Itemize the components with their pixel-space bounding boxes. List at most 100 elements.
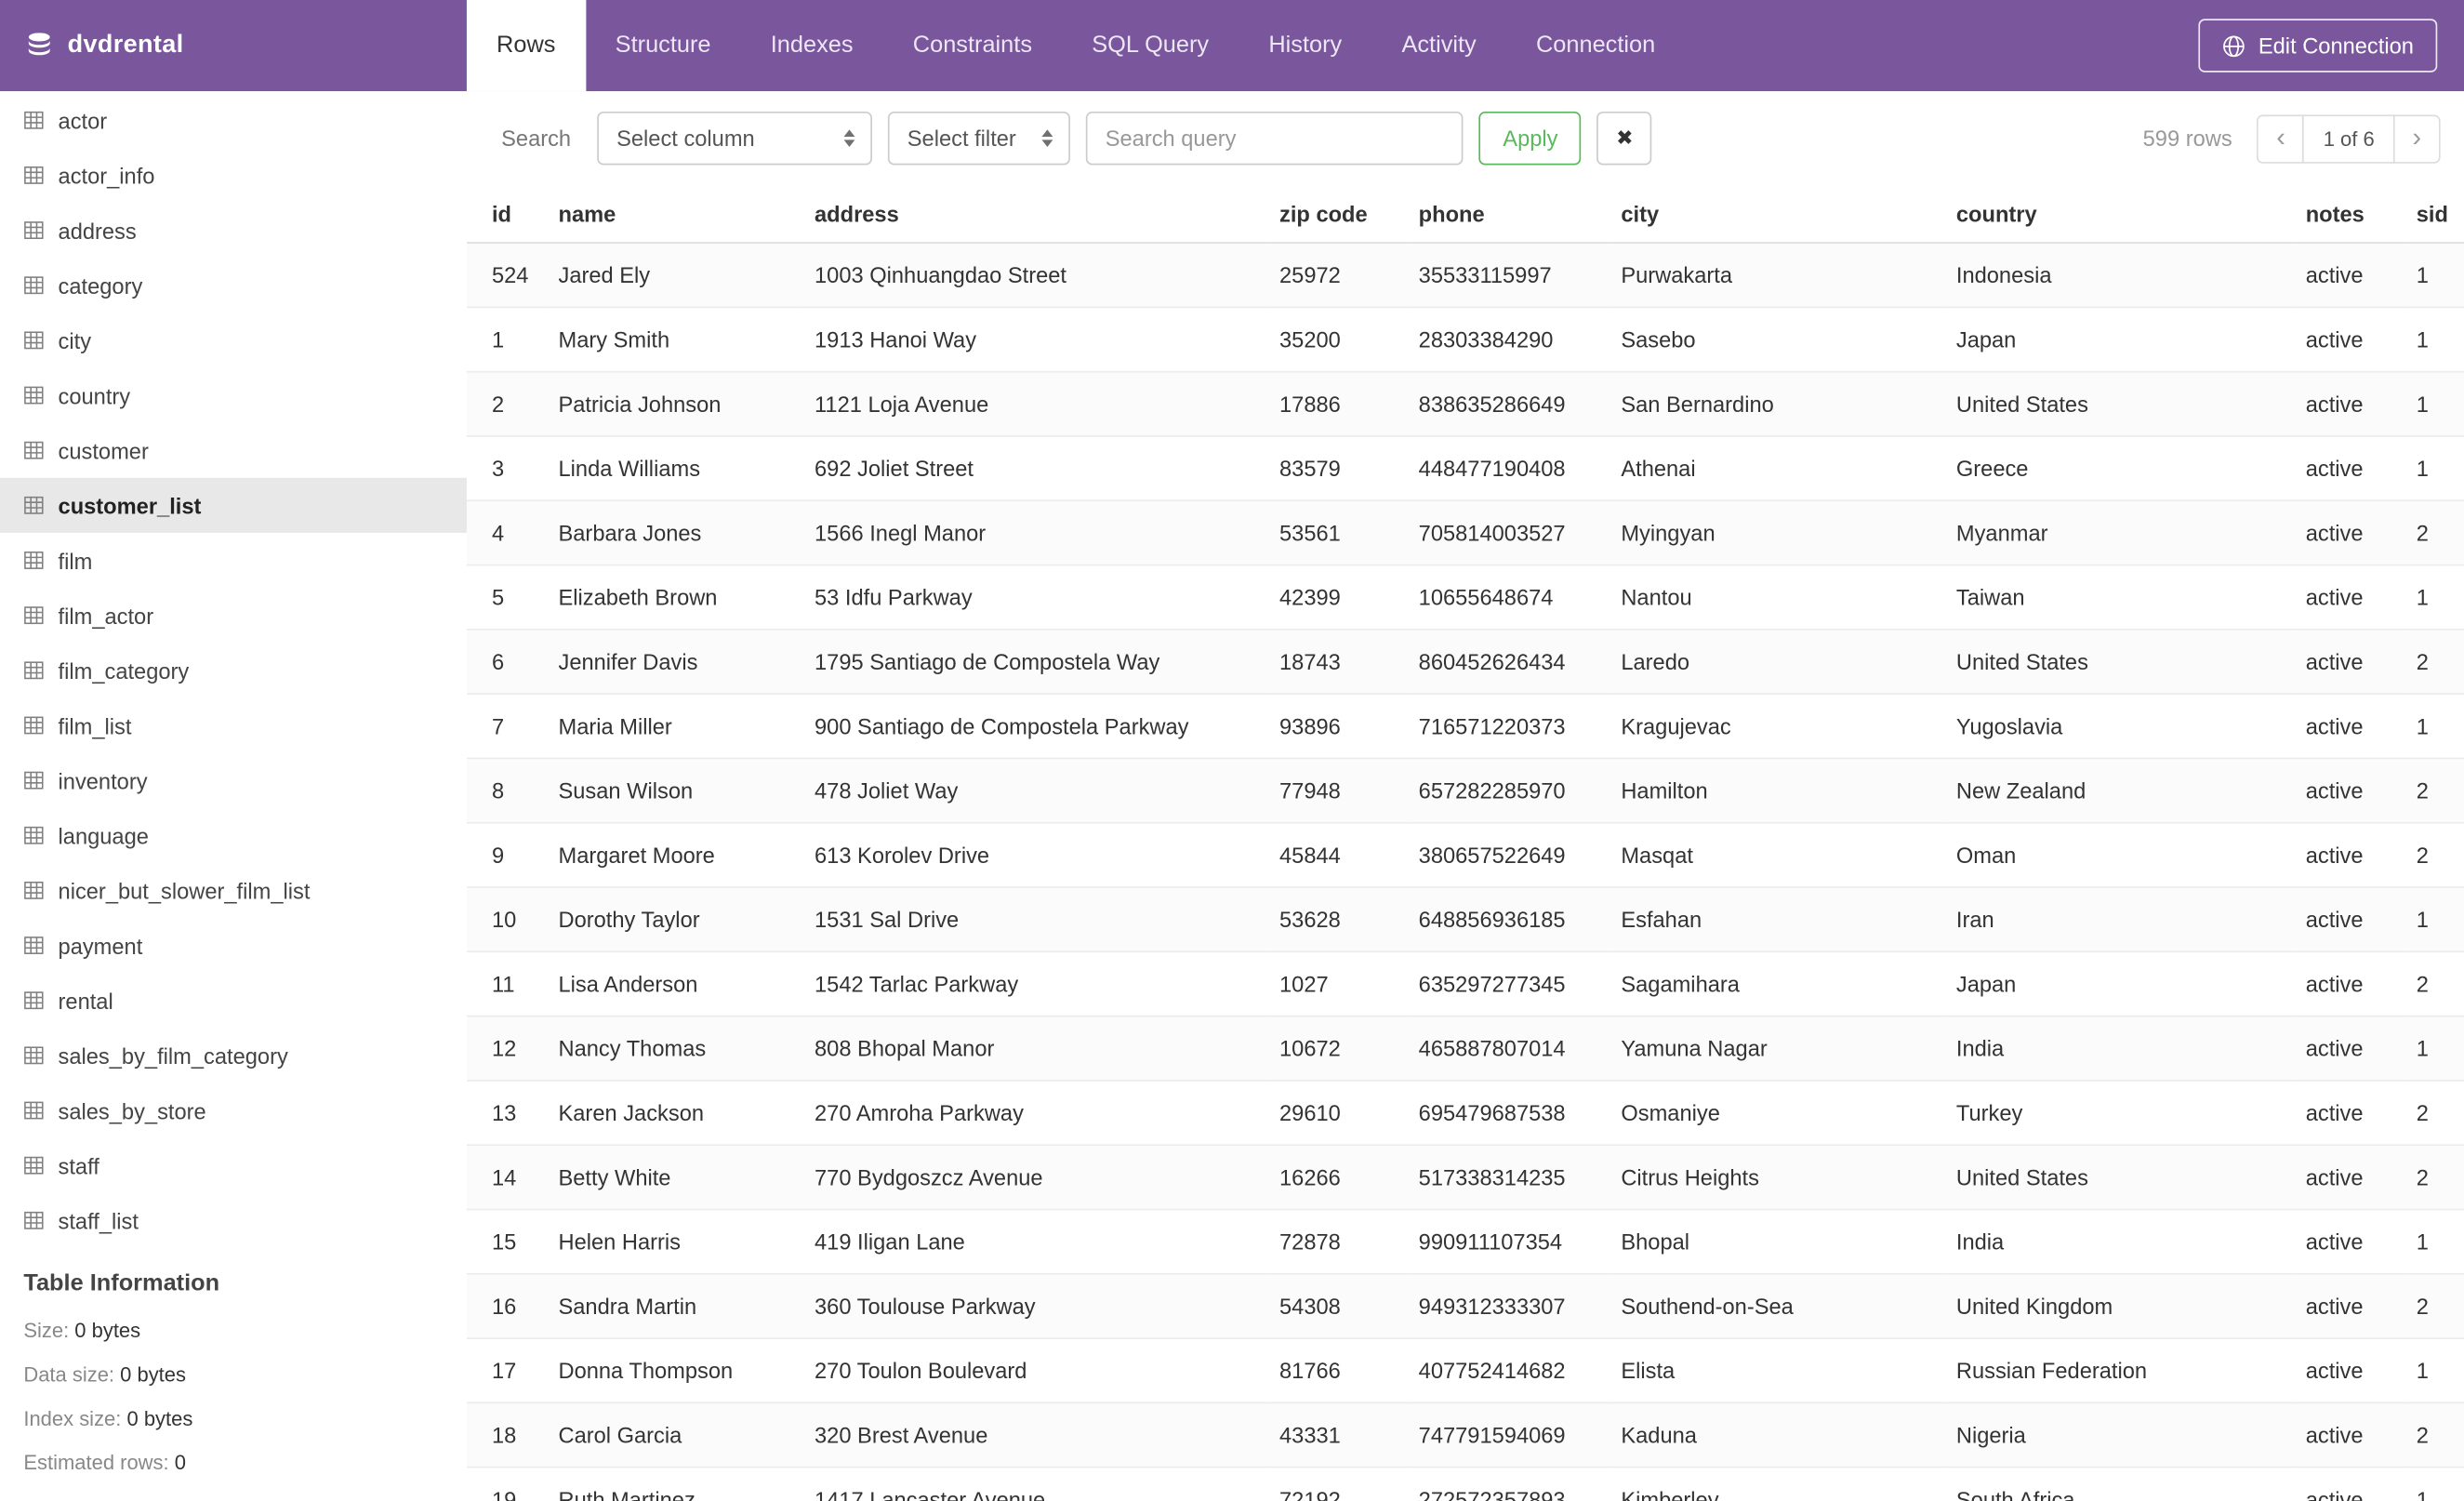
sidebar-table-city[interactable]: city — [0, 312, 467, 367]
sidebar-table-customer[interactable]: customer — [0, 423, 467, 478]
tab-sql-query[interactable]: SQL Query — [1062, 0, 1239, 91]
sidebar-table-sales_by_store[interactable]: sales_by_store — [0, 1083, 467, 1137]
column-header-sid[interactable]: sid — [2404, 185, 2464, 244]
table-row[interactable]: 16 Sandra Martin 360 Toulouse Parkway 54308… — [466, 1273, 2464, 1339]
sidebar-table-customer_list[interactable]: customer_list — [0, 477, 467, 533]
column-header-notes[interactable]: notes — [2293, 185, 2404, 244]
table-name-label: sales_by_store — [58, 1097, 206, 1123]
sidebar-table-actor_info[interactable]: actor_info — [0, 148, 467, 203]
table-cell: 1 — [2404, 1467, 2464, 1501]
table-cell: 517338314235 — [1406, 1145, 1609, 1211]
sidebar-table-country[interactable]: country — [0, 367, 467, 422]
table-row[interactable]: 4 Barbara Jones 1566 Inegl Manor 53561 70581… — [466, 500, 2464, 566]
filter-select[interactable]: Select filter — [888, 111, 1071, 166]
table-grid-icon — [23, 495, 44, 515]
prev-page-button[interactable]: ‹ — [2257, 113, 2305, 163]
table-row[interactable]: 5 Elizabeth Brown 53 Idfu Parkway 42399 1065… — [466, 565, 2464, 631]
table-cell: active — [2293, 1402, 2404, 1468]
next-page-button[interactable]: › — [2392, 113, 2441, 163]
table-row[interactable]: 7 Maria Miller 900 Santiago de Compostela … — [466, 694, 2464, 760]
app-window: dvdrental Rows Structure Indexes Constraint… — [0, 0, 2464, 1501]
table-row[interactable]: 2 Patricia Johnson 1121 Loja Avenue 17886 83… — [466, 371, 2464, 437]
column-header-address[interactable]: address — [801, 185, 1267, 244]
table-cell: 1 — [2404, 694, 2464, 760]
sidebar-table-payment[interactable]: payment — [0, 918, 467, 973]
table-cell: Jennifer Davis — [545, 629, 802, 696]
table-row[interactable]: 6 Jennifer Davis 1795 Santiago de Composte… — [466, 629, 2464, 696]
sidebar-table-inventory[interactable]: inventory — [0, 753, 467, 808]
table-cell: Elista — [1608, 1338, 1944, 1404]
tab-indexes[interactable]: Indexes — [741, 0, 883, 91]
table-row[interactable]: 3 Linda Williams 692 Joliet Street 83579 448… — [466, 435, 2464, 502]
tab-structure[interactable]: Structure — [586, 0, 741, 91]
table-cell: 2 — [2404, 629, 2464, 696]
table-name-label: film_category — [58, 658, 190, 684]
sidebar-table-rental[interactable]: rental — [0, 973, 467, 1028]
table-row[interactable]: 14 Betty White 770 Bydgoszcz Avenue 16266 51… — [466, 1145, 2464, 1211]
sidebar-table-category[interactable]: category — [0, 258, 467, 312]
table-row[interactable]: 13 Karen Jackson 270 Amroha Parkway 29610 69… — [466, 1080, 2464, 1147]
table-cell: 10655648674 — [1406, 565, 1609, 631]
info-value: 0 bytes — [74, 1318, 141, 1343]
table-name-label: category — [58, 272, 143, 299]
column-header-id[interactable]: id — [466, 185, 546, 244]
sidebar-table-address[interactable]: address — [0, 203, 467, 258]
apply-button[interactable]: Apply — [1478, 111, 1582, 166]
table-cell: United Kingdom — [1943, 1273, 2294, 1339]
table-grid-icon — [23, 825, 44, 845]
table-row[interactable]: 18 Carol Garcia 320 Brest Avenue 43331 74779… — [466, 1402, 2464, 1468]
table-cell: active — [2293, 887, 2404, 953]
column-header-phone[interactable]: phone — [1406, 185, 1609, 244]
sidebar-table-staff_list[interactable]: staff_list — [0, 1193, 467, 1248]
tab-activity[interactable]: Activity — [1371, 0, 1506, 91]
column-header-city[interactable]: city — [1608, 185, 1944, 244]
edit-connection-button[interactable]: Edit Connection — [2198, 19, 2438, 73]
sidebar-table-nicer_but_slower_film_list[interactable]: nicer_but_slower_film_list — [0, 863, 467, 918]
table-cell: active — [2293, 371, 2404, 437]
table-row[interactable]: 10 Dorothy Taylor 1531 Sal Drive 53628 64885… — [466, 887, 2464, 953]
table-row[interactable]: 17 Donna Thompson 270 Toulon Boulevard 8176… — [466, 1338, 2464, 1404]
table-cell: 3 — [466, 435, 546, 502]
table-cell: 1 — [2404, 887, 2464, 953]
table-name-label: country — [58, 382, 131, 408]
table-row[interactable]: 1 Mary Smith 1913 Hanoi Way 35200 2830338429… — [466, 307, 2464, 373]
column-header-country[interactable]: country — [1943, 185, 2294, 244]
search-query-input[interactable] — [1086, 111, 1464, 166]
sidebar-table-language[interactable]: language — [0, 808, 467, 863]
table-cell: 808 Bhopal Manor — [801, 1016, 1267, 1082]
column-header-zip-code[interactable]: zip code — [1266, 185, 1407, 244]
sidebar-table-sales_by_film_category[interactable]: sales_by_film_category — [0, 1028, 467, 1083]
table-row[interactable]: 12 Nancy Thomas 808 Bhopal Manor 10672 46588… — [466, 1016, 2464, 1082]
tab-rows[interactable]: Rows — [466, 0, 586, 92]
sidebar-table-film[interactable]: film — [0, 533, 467, 588]
table-grid-icon — [23, 165, 44, 185]
sidebar-table-film_actor[interactable]: film_actor — [0, 588, 467, 643]
sidebar-table-staff[interactable]: staff — [0, 1138, 467, 1193]
tab-connection[interactable]: Connection — [1506, 0, 1685, 91]
table-cell: 407752414682 — [1406, 1338, 1609, 1404]
table-row[interactable]: 8 Susan Wilson 478 Joliet Way 77948 65728228… — [466, 758, 2464, 824]
table-row[interactable]: 9 Margaret Moore 613 Korolev Drive 45844 380… — [466, 822, 2464, 888]
table-row[interactable]: 15 Helen Harris 419 Iligan Lane 72878 990911… — [466, 1209, 2464, 1275]
sidebar-table-film_list[interactable]: film_list — [0, 697, 467, 752]
table-cell: Greece — [1943, 435, 2294, 502]
sidebar-table-film_category[interactable]: film_category — [0, 643, 467, 697]
table-cell: 28303384290 — [1406, 307, 1609, 373]
clear-search-button[interactable]: ✖ — [1596, 111, 1652, 166]
column-header-name[interactable]: name — [545, 185, 802, 244]
table-row[interactable]: 11 Lisa Anderson 1542 Tarlac Parkway 1027 63… — [466, 951, 2464, 1017]
sidebar: actor actor_info address category city countr… — [0, 91, 467, 1501]
table-name-label: payment — [58, 933, 143, 959]
table-name-label: city — [58, 327, 92, 353]
tab-constraints[interactable]: Constraints — [883, 0, 1062, 91]
sidebar-table-actor[interactable]: actor — [0, 93, 467, 148]
tab-history[interactable]: History — [1239, 0, 1371, 91]
table-list: actor actor_info address category city countr… — [0, 93, 467, 1248]
column-select[interactable]: Select column — [597, 111, 873, 166]
table-row[interactable]: 19 Ruth Martinez 1417 Lancaster Avenue 7219… — [466, 1467, 2464, 1501]
table-cell: 2 — [2404, 1145, 2464, 1211]
select-chevrons-icon — [1040, 127, 1054, 150]
table-cell: active — [2293, 307, 2404, 373]
table-cell: 1 — [2404, 565, 2464, 631]
table-row[interactable]: 524 Jared Ely 1003 Qinhuangdao Street 25972… — [466, 243, 2464, 309]
